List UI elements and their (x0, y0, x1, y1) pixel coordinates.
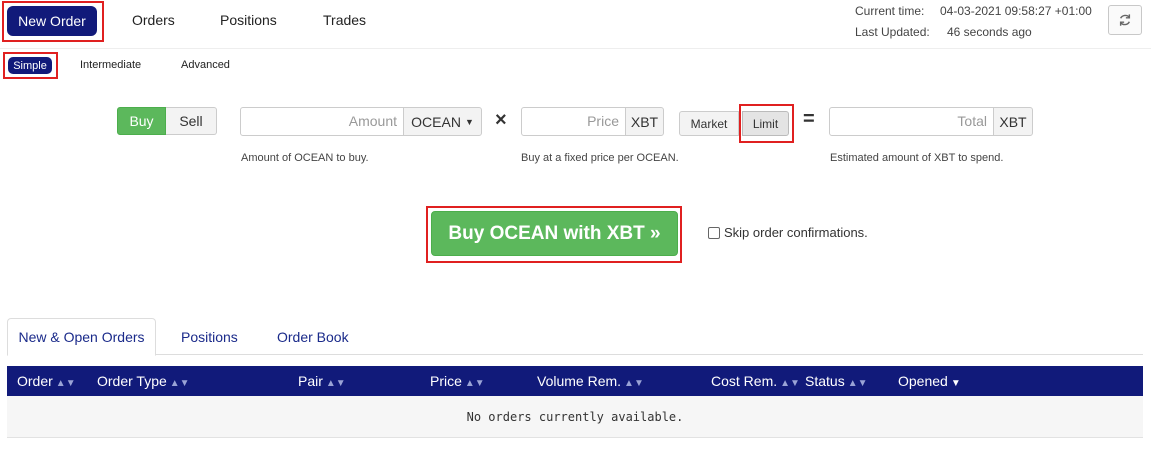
sell-toggle-button[interactable]: Sell (166, 107, 217, 135)
equals-icon: = (803, 108, 815, 130)
limit-order-button[interactable]: Limit (742, 111, 789, 136)
sort-icon: ▲▼ (325, 378, 346, 389)
mode-advanced-button[interactable]: Advanced (181, 59, 230, 71)
top-divider (0, 48, 1151, 49)
skip-confirmation-label: Skip order confirmations. (724, 225, 868, 240)
tab-order-book[interactable]: Order Book (277, 329, 349, 345)
nav-new-order-button[interactable]: New Order (7, 6, 97, 36)
buy-toggle-button[interactable]: Buy (117, 107, 166, 135)
sort-icon: ▲▼ (847, 378, 868, 389)
column-header-order[interactable]: Order ▲▼ (17, 373, 76, 389)
price-input[interactable]: Price (521, 107, 626, 136)
sort-desc-icon: ▼ (950, 378, 961, 389)
amount-currency-dropdown[interactable]: OCEAN ▼ (403, 107, 482, 136)
tab-open-orders[interactable]: New & Open Orders (7, 318, 156, 356)
column-cost-rem-label: Cost Rem. (711, 373, 778, 389)
nav-orders-link[interactable]: Orders (132, 12, 175, 28)
current-time-label: Current time: (855, 4, 925, 18)
column-opened-label: Opened (898, 373, 948, 389)
current-time-value: 04-03-2021 09:58:27 +01:00 (940, 4, 1092, 18)
skip-confirmation-option[interactable]: Skip order confirmations. (708, 225, 868, 240)
column-header-cost-rem[interactable]: Cost Rem. ▲▼ (711, 373, 800, 389)
column-order-type-label: Order Type (97, 373, 167, 389)
amount-input[interactable]: Amount (240, 107, 404, 136)
sort-icon: ▲▼ (169, 378, 190, 389)
column-status-label: Status (805, 373, 845, 389)
price-help-text: Buy at a fixed price per OCEAN. (521, 152, 679, 164)
multiply-icon: × (495, 109, 507, 131)
amount-help-text: Amount of OCEAN to buy. (241, 152, 369, 164)
sort-icon: ▲▼ (624, 378, 644, 389)
sort-icon: ▲▼ (780, 378, 800, 389)
mode-intermediate-button[interactable]: Intermediate (80, 59, 141, 71)
empty-orders-message: No orders currently available. (466, 410, 684, 424)
column-header-price[interactable]: Price ▲▼ (430, 373, 485, 389)
nav-positions-link[interactable]: Positions (220, 12, 277, 28)
mode-simple-button[interactable]: Simple (8, 57, 52, 74)
price-currency-addon: XBT (625, 107, 664, 136)
column-pair-label: Pair (298, 373, 323, 389)
refresh-icon (1119, 14, 1131, 26)
caret-down-icon: ▼ (464, 116, 474, 127)
tab-positions[interactable]: Positions (181, 329, 238, 345)
total-help-text: Estimated amount of XBT to spend. (830, 152, 1004, 164)
column-order-label: Order (17, 373, 53, 389)
last-updated-value: 46 seconds ago (947, 25, 1032, 39)
refresh-button[interactable] (1108, 5, 1142, 35)
column-header-order-type[interactable]: Order Type ▲▼ (97, 373, 190, 389)
column-volume-rem-label: Volume Rem. (537, 373, 622, 389)
tabs-divider (7, 354, 1143, 355)
sort-icon: ▲▼ (464, 378, 485, 389)
amount-currency-label: OCEAN (411, 113, 461, 130)
last-updated-label: Last Updated: (855, 25, 930, 39)
sort-icon: ▲▼ (55, 378, 76, 389)
market-order-button[interactable]: Market (679, 111, 739, 136)
skip-confirmation-checkbox[interactable] (708, 226, 720, 239)
total-currency-addon: XBT (993, 107, 1033, 136)
column-header-status[interactable]: Status ▲▼ (805, 373, 868, 389)
nav-trades-link[interactable]: Trades (323, 12, 366, 28)
column-price-label: Price (430, 373, 462, 389)
column-header-volume-rem[interactable]: Volume Rem. ▲▼ (537, 373, 644, 389)
column-header-opened[interactable]: Opened ▼ (898, 373, 961, 389)
total-input[interactable]: Total (829, 107, 994, 136)
submit-buy-button[interactable]: Buy OCEAN with XBT » (431, 211, 678, 256)
column-header-pair[interactable]: Pair ▲▼ (298, 373, 346, 389)
